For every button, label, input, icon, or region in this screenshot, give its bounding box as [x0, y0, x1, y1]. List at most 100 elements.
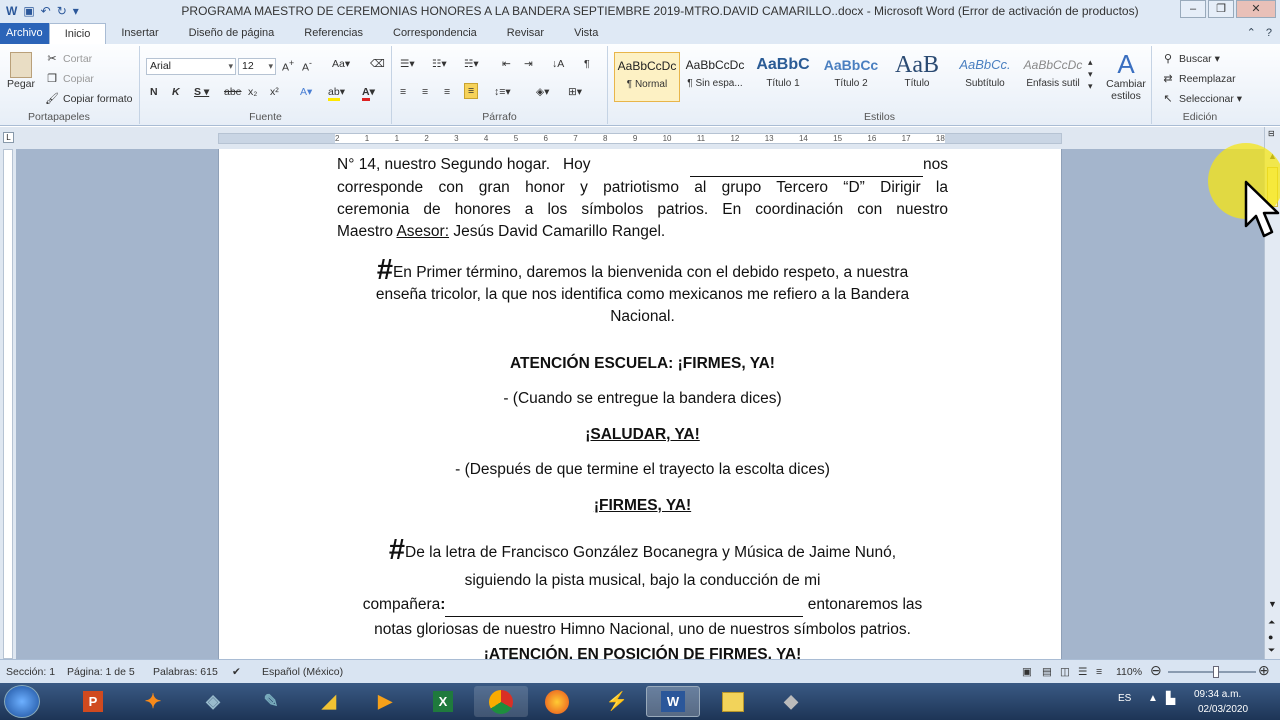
style-subtitle[interactable]: AaBbCc. Subtítulo — [952, 52, 1018, 102]
start-button[interactable] — [4, 685, 40, 718]
style-heading-2[interactable]: AaBbCc Título 2 — [818, 52, 884, 102]
clock-time[interactable]: 09:34 a.m. — [1194, 689, 1241, 700]
align-left-icon[interactable]: ≡ — [400, 86, 406, 98]
style-heading-1[interactable]: AaBbC Título 1 — [750, 52, 816, 102]
format-painter-button[interactable]: 🖌 Copiar formato — [44, 92, 132, 106]
bold-icon[interactable]: N — [150, 86, 158, 98]
subscript-icon[interactable]: x₂ — [248, 86, 257, 98]
close-button[interactable]: ✕ — [1236, 0, 1276, 18]
styles-scroll-icon[interactable]: ▴ ▾ ▾ — [1088, 56, 1093, 92]
numbering-icon[interactable]: ☷▾ — [432, 58, 447, 70]
italic-icon[interactable]: K — [172, 86, 180, 98]
status-language[interactable]: Español (México) — [262, 666, 343, 678]
avast-taskbar-icon[interactable]: ✦ — [126, 686, 180, 717]
view-full-screen-icon[interactable]: ▤ — [1042, 666, 1052, 678]
firefox-taskbar-icon[interactable] — [530, 686, 584, 717]
filezilla-taskbar-icon[interactable]: ⚡ — [590, 686, 644, 717]
shrink-font-icon[interactable]: A- — [302, 58, 312, 74]
zoom-slider-thumb[interactable] — [1213, 666, 1220, 678]
sort-icon[interactable]: ↓A — [552, 58, 564, 70]
virtualbox-taskbar-icon[interactable]: ◈ — [186, 686, 240, 717]
zoom-in-icon[interactable]: ⊕ — [1258, 662, 1270, 679]
style-no-spacing[interactable]: AaBbCcDc ¶ Sin espa... — [682, 52, 748, 102]
style-title[interactable]: AaB Título — [884, 52, 950, 102]
tab-archivo[interactable]: Archivo — [0, 23, 49, 44]
replace-button[interactable]: ⇄ Reemplazar — [1160, 72, 1235, 86]
word-taskbar-icon[interactable]: W — [646, 686, 700, 717]
tab-selector-icon[interactable]: L — [3, 132, 14, 143]
editor-taskbar-icon[interactable]: ◢ — [302, 686, 356, 717]
strikethrough-icon[interactable]: abe — [224, 86, 242, 98]
powerpoint-taskbar-icon[interactable]: P — [66, 686, 120, 717]
redo-icon[interactable]: ↻ — [57, 4, 67, 18]
view-print-layout-icon[interactable]: ▣ — [1022, 666, 1032, 678]
align-right-icon[interactable]: ≡ — [444, 86, 450, 98]
clock-date[interactable]: 02/03/2020 — [1198, 704, 1248, 715]
text-effects-icon[interactable]: A▾ — [300, 86, 312, 98]
minimize-button[interactable]: – — [1180, 0, 1206, 18]
font-color-icon[interactable]: A▾ — [362, 86, 375, 101]
spellcheck-icon[interactable]: ✔︎ — [232, 666, 241, 678]
minimize-ribbon-icon[interactable]: ⌃ — [1247, 23, 1256, 44]
maximize-button[interactable]: ❐ — [1208, 0, 1234, 18]
vertical-ruler[interactable] — [0, 149, 16, 659]
find-button[interactable]: ⚲ Buscar ▾ — [1160, 52, 1220, 66]
save-icon[interactable]: ▣ — [23, 4, 34, 18]
split-box-icon[interactable]: ⊟ — [1268, 129, 1275, 138]
tab-diseno-pagina[interactable]: Diseño de página — [174, 23, 290, 44]
customize-qat-icon[interactable]: ▾ — [73, 4, 79, 18]
shading-icon[interactable]: ◈▾ — [536, 86, 549, 98]
change-case-icon[interactable]: Aa▾ — [332, 58, 350, 70]
show-hidden-icons[interactable]: ▲ — [1148, 693, 1158, 704]
cut-button[interactable]: ✂ Cortar — [44, 52, 92, 66]
explorer-taskbar-icon[interactable] — [706, 686, 760, 717]
status-page[interactable]: Página: 1 de 5 — [67, 666, 135, 678]
zoom-level[interactable]: 110% — [1116, 666, 1142, 678]
align-center-icon[interactable]: ≡ — [422, 86, 428, 98]
tab-correspondencia[interactable]: Correspondencia — [378, 23, 492, 44]
excel-taskbar-icon[interactable]: X — [416, 686, 470, 717]
underline-icon[interactable]: S ▾ — [194, 86, 209, 98]
superscript-icon[interactable]: x² — [270, 86, 279, 98]
font-name-combo[interactable]: Arial — [146, 58, 236, 75]
bullets-icon[interactable]: ☰▾ — [400, 58, 415, 70]
browse-object-icon[interactable]: ● — [1268, 632, 1273, 642]
grow-font-icon[interactable]: A+ — [282, 58, 294, 74]
keyboard-language[interactable]: ES — [1118, 693, 1131, 704]
clear-formatting-icon[interactable]: ⌫ — [370, 58, 385, 70]
style-subtle-emphasis[interactable]: AaBbCcDc Énfasis sutil — [1020, 52, 1086, 102]
zoom-out-icon[interactable]: ⊖ — [1150, 662, 1162, 679]
tab-inicio[interactable]: Inicio — [48, 23, 107, 44]
select-button[interactable]: ↖ Seleccionar ▾ — [1160, 92, 1242, 106]
style-normal[interactable]: AaBbCcDc ¶ Normal — [614, 52, 680, 102]
view-draft-icon[interactable]: ≡ — [1096, 666, 1102, 678]
app-taskbar-icon[interactable]: ✎ — [244, 686, 298, 717]
line-spacing-icon[interactable]: ↕≡▾ — [494, 86, 511, 98]
justify-icon[interactable]: ≡ — [464, 83, 479, 99]
multilevel-list-icon[interactable]: ☵▾ — [464, 58, 479, 70]
tab-vista[interactable]: Vista — [559, 23, 613, 44]
scroll-down-icon[interactable]: ▼ — [1268, 599, 1277, 609]
status-words[interactable]: Palabras: 615 — [153, 666, 218, 678]
paste-button[interactable]: Pegar — [6, 52, 36, 90]
copy-button[interactable]: ❐ Copiar — [44, 72, 94, 86]
increase-indent-icon[interactable]: ⇥ — [524, 58, 533, 70]
borders-icon[interactable]: ⊞▾ — [568, 86, 582, 98]
tab-insertar[interactable]: Insertar — [106, 23, 173, 44]
next-page-icon[interactable]: ⏷ — [1268, 645, 1275, 656]
change-styles-button[interactable]: A Cambiar estilos — [1104, 50, 1148, 102]
view-web-icon[interactable]: ◫ — [1060, 666, 1070, 678]
network-icon[interactable]: ▙ — [1166, 691, 1175, 705]
tab-revisar[interactable]: Revisar — [492, 23, 559, 44]
undo-icon[interactable]: ↶ — [41, 4, 51, 18]
tool-taskbar-icon[interactable]: ◆ — [764, 686, 818, 717]
horizontal-ruler[interactable]: L 2 1 1 2 3 4 5 6 7 8 9 10 11 12 13 14 15 16 17 18 — [0, 127, 1280, 149]
previous-page-icon[interactable]: ⏶ — [1268, 617, 1275, 628]
view-outline-icon[interactable]: ☰ — [1078, 666, 1087, 678]
show-marks-icon[interactable]: ¶ — [584, 58, 590, 70]
tab-referencias[interactable]: Referencias — [289, 23, 378, 44]
font-size-combo[interactable]: 12 — [238, 58, 276, 75]
chrome-taskbar-icon[interactable] — [474, 686, 528, 717]
media-taskbar-icon[interactable]: ▶ — [358, 686, 412, 717]
highlight-color-icon[interactable]: ab▾ — [328, 86, 345, 101]
